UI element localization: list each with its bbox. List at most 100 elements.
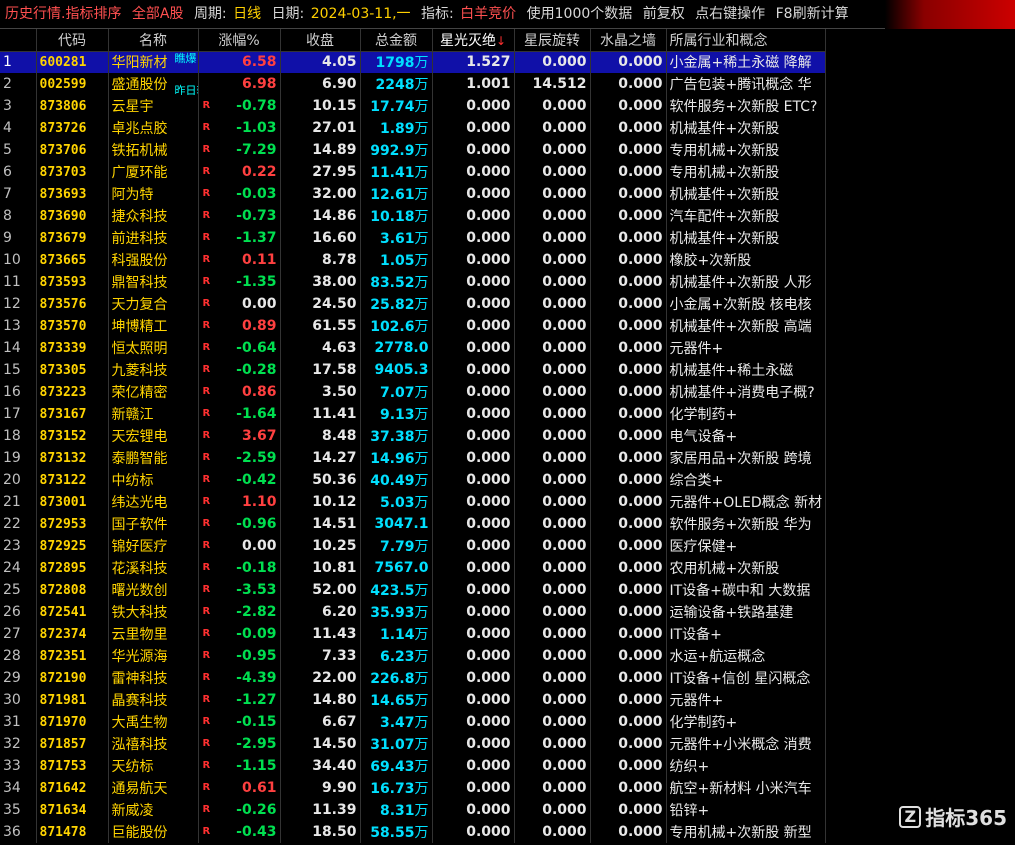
table-row[interactable]: 31 871970 大禹生物 R -0.15 6.67 3.47万 0.000 0.000 0.0… xyxy=(0,711,827,733)
table-row[interactable]: 21 873001 纬达光电 R 1.10 10.12 5.03万 0.000 0.000 0.0… xyxy=(0,491,827,513)
header-change[interactable]: 涨幅% xyxy=(198,29,281,52)
total-amount: 1.14万 xyxy=(360,623,433,645)
table-row[interactable]: 32 871857 泓禧科技 R -2.95 14.50 31.07万 0.000 0.000 0… xyxy=(0,733,827,755)
table-row[interactable]: 12 873576 天力复合 R 0.00 24.50 25.82万 0.000 0.000 0.… xyxy=(0,293,827,315)
stock-name: 新赣江 xyxy=(108,403,199,425)
table-row[interactable]: 28 872351 华光源海 R -0.95 7.33 6.23万 0.000 0.000 0.0… xyxy=(0,645,827,667)
table-row[interactable]: 23 872925 锦好医疗 R 0.00 10.25 7.79万 0.000 0.000 0.0… xyxy=(0,535,827,557)
table-row[interactable]: 33 871753 天纺标 R -1.15 34.40 69.43万 0.000 0.000 0.… xyxy=(0,755,827,777)
table-row[interactable]: 26 872541 铁大科技 R -2.82 6.20 35.93万 0.000 0.000 0.… xyxy=(0,601,827,623)
amount-value: 83.52 xyxy=(370,275,415,291)
indicator-c3: 0.000 xyxy=(590,557,667,579)
table-row[interactable]: 3 873806 云星宇 R -0.78 10.15 17.74万 0.000 0.000 0.0… xyxy=(0,95,827,117)
total-amount: 992.9万 xyxy=(360,139,433,161)
table-row[interactable]: 35 871634 新威凌 R -0.26 11.39 8.31万 0.000 0.000 0.0… xyxy=(0,799,827,821)
change-value: -0.95 xyxy=(236,648,277,664)
stock-code: 873339 xyxy=(36,337,109,359)
date-value[interactable]: 2024-03-11,一 xyxy=(311,6,411,22)
table-row[interactable]: 18 873152 天宏锂电 R 3.67 8.48 37.38万 0.000 0.000 0.0… xyxy=(0,425,827,447)
close-price: 22.00 xyxy=(280,667,361,689)
change-pct: R -0.73 xyxy=(198,205,281,227)
table-row[interactable]: 4 873726 卓兆点胶 R -1.03 27.01 1.89万 0.000 0.000 0.0… xyxy=(0,117,827,139)
table-row[interactable]: 16 873223 荣亿精密 R 0.86 3.50 7.07万 0.000 0.000 0.00… xyxy=(0,381,827,403)
change-value: 6.58 xyxy=(241,54,277,71)
industry-concept: 软件服务+次新股 ETC? xyxy=(666,95,827,117)
indicator-c2: 0.000 xyxy=(514,755,591,777)
close-price: 10.15 xyxy=(280,95,361,117)
table-row[interactable]: 25 872808 曙光数创 R -3.53 52.00 423.5万 0.000 0.000 0… xyxy=(0,579,827,601)
refresh-hint[interactable]: F8刷新计算 xyxy=(776,6,849,22)
table-row[interactable]: 19 873132 泰鹏智能 R -2.59 14.27 14.96万 0.000 0.000 0… xyxy=(0,447,827,469)
section-title[interactable]: 历史行情.指标排序 xyxy=(5,6,121,22)
header-name[interactable]: 名称 xyxy=(108,29,199,52)
indicator-value[interactable]: 白羊竞价 xyxy=(460,6,516,22)
table-row[interactable]: 34 871642 通易航天 R 0.61 9.90 16.73万 0.000 0.000 0.0… xyxy=(0,777,827,799)
indicator-c3: 0.000 xyxy=(590,711,667,733)
table-row[interactable]: 9 873679 前进科技 R -1.37 16.60 3.61万 0.000 0.000 0.0… xyxy=(0,227,827,249)
header-c1-sorted[interactable]: 星光灭绝↓ xyxy=(432,29,515,52)
table-row[interactable]: 2002599盛通股份昨日较弱6.986.902248万1.00114.5120… xyxy=(0,73,827,95)
table-row[interactable]: 20 873122 中纺标 R -0.42 50.36 40.49万 0.000 0.000 0.… xyxy=(0,469,827,491)
table-row[interactable]: 13 873570 坤博精工 R 0.89 61.55 102.6万 0.000 0.000 0.… xyxy=(0,315,827,337)
table-row[interactable]: 6 873703 广厦环能 R 0.22 27.95 11.41万 0.000 0.000 0.0… xyxy=(0,161,827,183)
indicator-c3: 0.000 xyxy=(590,733,667,755)
header-amount[interactable]: 总金额 xyxy=(360,29,433,52)
industry-concept: 机械基件+消费电子概? xyxy=(666,381,827,403)
table-row[interactable]: 8 873690 捷众科技 R -0.73 14.86 10.18万 0.000 0.000 0.… xyxy=(0,205,827,227)
stock-name-text: 铁大科技 xyxy=(111,605,168,621)
row-index: 27 xyxy=(0,623,37,645)
change-pct: R 0.86 xyxy=(198,381,281,403)
rightclick-hint: 点右键操作 xyxy=(695,6,766,22)
change-value: -0.96 xyxy=(236,516,277,532)
total-amount: 2248万 xyxy=(360,73,433,95)
change-value: -0.15 xyxy=(236,714,277,730)
total-amount: 31.07万 xyxy=(360,733,433,755)
table-row[interactable]: 11 873593 鼎智科技 R -1.35 38.00 83.52万 0.000 0.000 0… xyxy=(0,271,827,293)
table-row[interactable]: 14 873339 恒太照明 R -0.64 4.63 2778.0 0.000 0.000 0.… xyxy=(0,337,827,359)
change-pct: 6.58 xyxy=(198,51,281,73)
period-value[interactable]: 日线 xyxy=(233,6,261,22)
indicator-c1: 1.001 xyxy=(432,73,515,95)
header-c2[interactable]: 星辰旋转 xyxy=(514,29,591,52)
header-close[interactable]: 收盘 xyxy=(280,29,361,52)
amount-value: 226.8 xyxy=(370,671,415,687)
row-tag-1: 瞧爆 xyxy=(174,51,197,65)
table-row[interactable]: 15 873305 九菱科技 R -0.28 17.58 9405.3 0.000 0.000 0… xyxy=(0,359,827,381)
indicator-c2: 0.000 xyxy=(514,315,591,337)
amount-unit: 万 xyxy=(414,825,429,841)
row-index: 36 xyxy=(0,821,37,843)
header-code[interactable]: 代码 xyxy=(36,29,109,52)
row-index: 25 xyxy=(0,579,37,601)
market-selector[interactable]: 全部A股 xyxy=(132,6,184,22)
industry-concept: 小金属+稀土永磁 降解 xyxy=(666,51,827,73)
row-index: 6 xyxy=(0,161,37,183)
header-industry[interactable]: 所属行业和概念 xyxy=(666,29,827,52)
r-flag-icon: R xyxy=(202,188,211,199)
change-pct: R -1.64 xyxy=(198,403,281,425)
close-price: 34.40 xyxy=(280,755,361,777)
stock-code: 872895 xyxy=(36,557,109,579)
indicator-c3: 0.000 xyxy=(590,227,667,249)
row-index: 35 xyxy=(0,799,37,821)
change-pct: R 0.00 xyxy=(198,535,281,557)
table-row[interactable]: 30 871981 晶赛科技 R -1.27 14.80 14.65万 0.000 0.000 0… xyxy=(0,689,827,711)
table-row[interactable]: 36 871478 巨能股份 R -0.43 18.50 58.55万 0.000 0.000 0… xyxy=(0,821,827,843)
total-amount: 83.52万 xyxy=(360,271,433,293)
stock-code: 873570 xyxy=(36,315,109,337)
table-row[interactable]: 27 872374 云里物里 R -0.09 11.43 1.14万 0.000 0.000 0.… xyxy=(0,623,827,645)
stock-name: 阿为特 xyxy=(108,183,199,205)
table-row[interactable]: 29 872190 雷神科技 R -4.39 22.00 226.8万 0.000 0.000 0… xyxy=(0,667,827,689)
table-row[interactable]: 10 873665 科强股份 R 0.11 8.78 1.05万 0.000 0.000 0.00… xyxy=(0,249,827,271)
total-amount: 12.61万 xyxy=(360,183,433,205)
table-row[interactable]: 5 873706 铁拓机械 R -7.29 14.89 992.9万 0.000 0.000 0.… xyxy=(0,139,827,161)
adjust-mode[interactable]: 前复权 xyxy=(643,6,685,22)
change-pct: R -0.78 xyxy=(198,95,281,117)
table-row[interactable]: 17 873167 新赣江 R -1.64 11.41 9.13万 0.000 0.000 0.0… xyxy=(0,403,827,425)
industry-concept: IT设备+碳中和 大数据 xyxy=(666,579,827,601)
table-row[interactable]: 22 872953 国子软件 R -0.96 14.51 3047.1 0.000 0.000 0… xyxy=(0,513,827,535)
table-row[interactable]: 1 600281 华阳新材 瞧爆 6.58 4.05 1798万 1.527 0.000 0.00… xyxy=(0,51,827,73)
table-row[interactable]: 24 872895 花溪科技 R -0.18 10.81 7567.0 0.000 0.000 0… xyxy=(0,557,827,579)
header-c3[interactable]: 水晶之墙 xyxy=(590,29,667,52)
industry-concept: 综合类+ xyxy=(666,469,827,491)
table-row[interactable]: 7 873693 阿为特 R -0.03 32.00 12.61万 0.000 0.000 0.0… xyxy=(0,183,827,205)
